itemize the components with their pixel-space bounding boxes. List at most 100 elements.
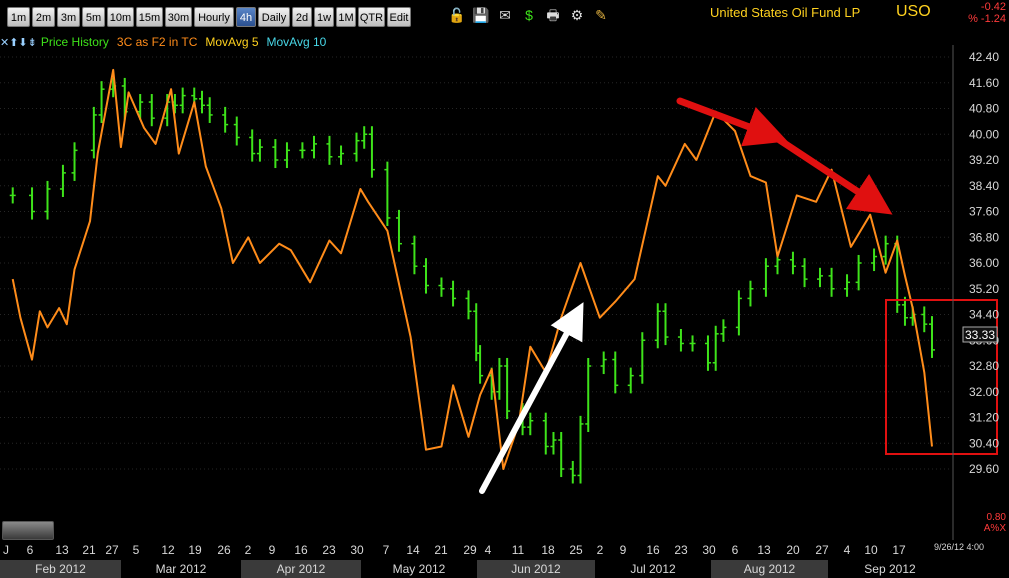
red-arrow-1	[676, 97, 788, 147]
x-tick-label: 23	[322, 543, 336, 557]
price-bar	[612, 351, 619, 394]
x-tick-label: 18	[541, 543, 555, 557]
price-bar	[855, 254, 862, 291]
y-tick-label: 42.40	[969, 50, 999, 64]
x-tick-label: 4	[485, 543, 492, 557]
price-bar	[179, 87, 186, 114]
x-tick-label: 5	[133, 543, 140, 557]
x-tick-label: 7	[383, 543, 390, 557]
price-bar	[654, 303, 661, 349]
x-tick-label: 23	[674, 543, 688, 557]
x-tick-label: 21	[82, 543, 96, 557]
y-axis: 42.40 41.60 40.80 40.00 39.20 38.40 37.60 36.80…	[952, 45, 999, 540]
price-bar	[496, 357, 503, 400]
y-tick-label: 32.80	[969, 359, 999, 373]
x-axis: 6 13 21 27 5 12 19 26 2 9 16 23 30 7 14 21 29 4 11 18 25 2 9 16…	[0, 543, 952, 578]
price-bar	[353, 132, 360, 162]
y-tick-label: 34.40	[969, 308, 999, 322]
price-bar	[929, 316, 935, 358]
y-tick-label: 29.60	[969, 462, 999, 476]
price-bar	[283, 142, 290, 169]
last-price-tag: 33.33	[962, 326, 998, 343]
month-label: Mar 2012	[156, 562, 207, 576]
x-tick-label: 30	[702, 543, 716, 557]
price-bar	[361, 126, 368, 149]
price-bar	[585, 357, 592, 432]
price-bar	[558, 431, 565, 478]
price-bar	[465, 290, 472, 320]
x-tick-label: 16	[646, 543, 660, 557]
y-tick-label: 40.80	[969, 102, 999, 116]
scale-value: 0.80	[987, 512, 1007, 523]
price-bar	[311, 135, 317, 159]
price-bar	[59, 164, 66, 198]
price-bar	[411, 235, 418, 275]
y-tick-label: 40.00	[969, 127, 999, 141]
x-axis-start-label: J	[3, 543, 9, 557]
price-bar	[249, 129, 256, 162]
x-tick-label: 30	[350, 543, 364, 557]
y-tick-label: 41.60	[969, 76, 999, 90]
price-bar	[747, 280, 754, 307]
y-tick-label: 36.80	[969, 230, 999, 244]
price-bar	[882, 235, 889, 265]
price-bar	[542, 412, 549, 455]
timestamp: 9/26/12 4:00	[934, 542, 984, 552]
price-bar	[9, 187, 16, 204]
x-tick-label: 6	[732, 543, 739, 557]
price-bar	[735, 290, 742, 336]
price-bar	[801, 258, 808, 288]
y-tick-label: 38.40	[969, 179, 999, 193]
price-bar	[712, 325, 719, 371]
price-bar	[720, 319, 727, 342]
price-bar	[921, 306, 928, 333]
price-bar	[256, 139, 263, 162]
price-bar	[44, 180, 51, 220]
price-bar	[338, 145, 345, 165]
axis-mode-toggle[interactable]: A%X	[984, 523, 1007, 534]
x-tick-label: 25	[569, 543, 583, 557]
price-bar	[272, 139, 279, 169]
price-bar	[438, 277, 445, 297]
x-tick-label: 2	[597, 543, 604, 557]
price-bar	[577, 415, 584, 484]
x-tick-label: 27	[105, 543, 119, 557]
price-bar	[689, 335, 696, 352]
x-tick-label: 13	[757, 543, 771, 557]
red-arrow-2	[774, 135, 893, 215]
y-tick-label: 30.40	[969, 436, 999, 450]
price-bar	[871, 248, 878, 272]
price-bar	[198, 90, 205, 114]
highlight-box	[885, 299, 998, 455]
y-tick-label: 32.00	[969, 385, 999, 399]
y-tick-label: 31.20	[969, 411, 999, 425]
x-tick-label: 16	[294, 543, 308, 557]
price-bar	[844, 274, 851, 297]
scroll-handle[interactable]	[2, 521, 54, 540]
x-tick-label: 21	[434, 543, 448, 557]
x-tick-label: 11	[512, 543, 525, 557]
y-tick-label: 37.60	[969, 205, 999, 219]
price-bar	[816, 267, 823, 288]
month-label: May 2012	[393, 562, 446, 576]
x-tick-label: 9	[620, 543, 627, 557]
price-bar	[299, 142, 306, 159]
price-bar	[450, 280, 457, 307]
x-tick-label: 10	[864, 543, 878, 557]
price-bar	[504, 357, 511, 420]
price-chart[interactable]: 42.4041.6040.8040.0039.2038.4037.6036.80…	[0, 0, 1009, 578]
price-bar	[395, 209, 402, 252]
price-bar	[762, 258, 769, 297]
price-bar	[569, 460, 576, 484]
price-bar	[704, 335, 711, 371]
price-bar	[677, 328, 684, 352]
x-tick-label: 27	[815, 543, 829, 557]
price-bar	[206, 97, 213, 123]
x-tick-label: 14	[406, 543, 420, 557]
x-tick-label: 26	[217, 543, 231, 557]
price-bar	[627, 367, 634, 394]
price-bar	[789, 251, 796, 275]
price-bar	[148, 94, 155, 127]
last-price-label: 33.33	[965, 328, 995, 342]
price-bar	[477, 345, 484, 384]
